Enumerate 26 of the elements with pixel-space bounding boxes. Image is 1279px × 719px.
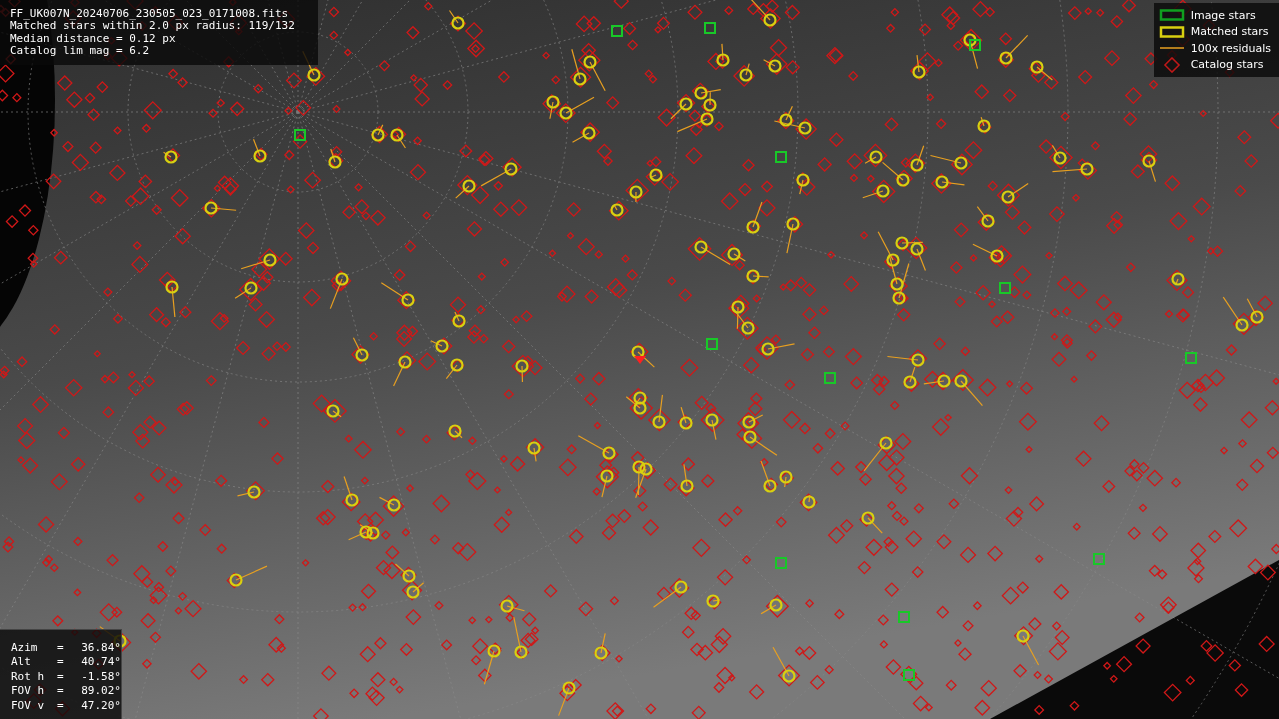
parameter-value: -1.58° bbox=[80, 669, 121, 685]
parameter-label: Rot h bbox=[11, 669, 46, 685]
equals-sign: = bbox=[57, 684, 65, 699]
equals-sign: = bbox=[57, 669, 65, 685]
info-text: FF_UK007N_20240706_230505_023_0171008.fits bbox=[10, 8, 290, 21]
parameter-label: Alt bbox=[11, 655, 32, 670]
info-text: Matched stars within 2.0 px radius: 119/132 bbox=[10, 20, 296, 33]
parameter-value: 40.74° bbox=[80, 655, 121, 670]
legend-swatch-icon bbox=[1157, 47, 1186, 50]
parameter-value: 89.02° bbox=[80, 684, 121, 699]
parameter-label: FOV h bbox=[11, 684, 46, 699]
parameter-label: FOV v bbox=[11, 698, 46, 713]
legend-swatch-icon bbox=[1157, 7, 1186, 24]
legend-label: Matched stars bbox=[1190, 25, 1269, 39]
info-text: Catalog lim mag = 6.2 bbox=[10, 44, 151, 58]
equals-sign: = bbox=[57, 655, 65, 670]
info-text: Median distance = 0.12 px bbox=[10, 32, 177, 45]
legend-label: Image stars bbox=[1190, 8, 1256, 22]
equals-sign: = bbox=[57, 640, 65, 656]
parameter-value: 36.84° bbox=[80, 640, 121, 656]
legend-swatch-icon bbox=[1157, 23, 1186, 40]
equals-sign: = bbox=[57, 698, 65, 713]
parameter-value: 47.20° bbox=[80, 698, 121, 713]
legend-label: Catalog stars bbox=[1190, 58, 1264, 72]
legend-label: 100x residuals bbox=[1190, 41, 1271, 55]
parameter-label: Azim bbox=[11, 640, 39, 656]
